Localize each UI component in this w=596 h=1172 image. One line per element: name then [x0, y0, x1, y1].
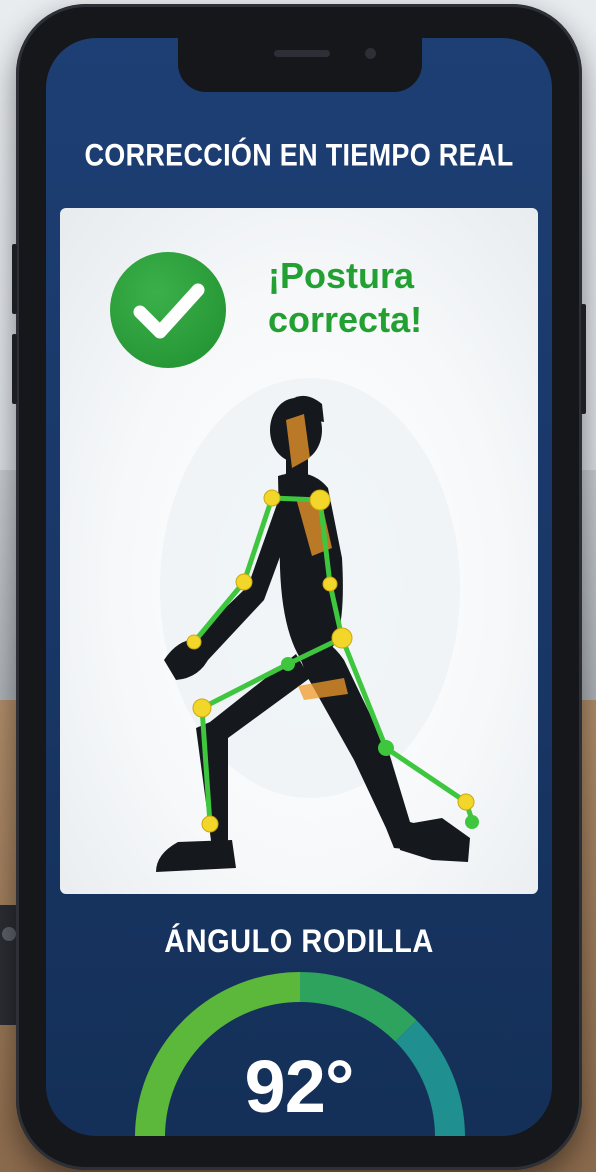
speaker-knob: [2, 927, 16, 941]
app-screen: CORRECCIÓN EN TIEMPO REAL ¡Postura corre…: [46, 38, 552, 1136]
phone-frame: CORRECCIÓN EN TIEMPO REAL ¡Postura corre…: [12, 4, 586, 1170]
volume-down-button: [12, 334, 17, 404]
pose-card: ¡Postura correcta!: [60, 208, 538, 894]
screen-title: CORRECCIÓN EN TIEMPO REAL: [84, 137, 514, 173]
volume-up-button: [12, 244, 17, 314]
phone-notch: [178, 38, 422, 92]
front-camera: [365, 48, 376, 59]
gauge-label: ÁNGULO RODILLA: [164, 924, 434, 960]
pose-skeleton-figure: [156, 378, 479, 872]
knee-angle-value: 92°: [244, 1045, 355, 1128]
power-button: [581, 304, 586, 414]
earpiece-speaker: [274, 50, 330, 57]
